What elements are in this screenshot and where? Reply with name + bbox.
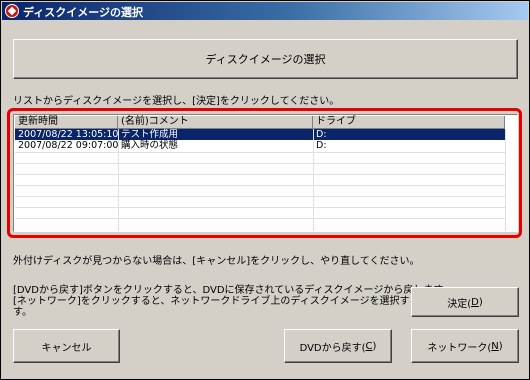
column-header-time[interactable]: 更新時間 xyxy=(15,116,118,128)
title-bar[interactable]: ディスクイメージの選択 xyxy=(2,2,528,20)
row-drive: D: xyxy=(316,129,327,140)
grid-line xyxy=(15,218,505,219)
decide-button-paren: ) xyxy=(478,296,483,308)
decide-button[interactable]: 決定(D) xyxy=(411,287,519,317)
external-disk-note: 外付けディスクが見つからない場合は、[キャンセル]をクリックし、やり直してくださ… xyxy=(13,256,420,267)
dvd-button-label: DVDから戻す( xyxy=(299,342,366,354)
decide-button-key: D xyxy=(471,296,479,308)
header-box-label: ディスクイメージの選択 xyxy=(205,53,326,66)
column-divider xyxy=(505,129,506,231)
grid-line xyxy=(15,174,505,175)
list-row-1[interactable]: 2007/08/22 13:05:10 テスト作成用 D: xyxy=(15,129,505,140)
column-divider xyxy=(313,129,314,231)
grid-line xyxy=(15,185,505,186)
grid-line xyxy=(15,196,505,197)
column-header-drive[interactable]: ドライブ xyxy=(313,116,505,128)
network-button-label: ネットワーク( xyxy=(427,342,492,354)
header-box: ディスクイメージの選択 xyxy=(13,39,518,79)
row-time: 2007/08/22 09:07:00 xyxy=(18,140,119,151)
list-row-2[interactable]: 2007/08/22 09:07:00 購入時の状態 D: xyxy=(15,140,505,151)
dvd-restore-button[interactable]: DVDから戻す(C) xyxy=(284,329,392,363)
window-title: ディスクイメージの選択 xyxy=(23,6,144,19)
network-note-line2: す。 xyxy=(13,307,32,318)
network-button-key: N xyxy=(491,340,499,352)
row-time: 2007/08/22 13:05:10 xyxy=(18,129,119,140)
dvd-button-key: C xyxy=(365,340,373,352)
row-comment: 購入時の状態 xyxy=(121,140,179,151)
column-divider xyxy=(118,129,119,231)
row-drive: D: xyxy=(316,140,327,151)
app-icon xyxy=(5,4,19,18)
cancel-button-label: キャンセル xyxy=(41,342,92,354)
network-button-paren: ) xyxy=(498,340,503,352)
dvd-button-paren: ) xyxy=(372,340,377,352)
disk-image-list[interactable]: 更新時間 (名前)コメント ドライブ 2007/08/22 13:05:10 テ… xyxy=(13,114,518,232)
instruction-text: リストからディスクイメージを選択し、[決定]をクリックしてください。 xyxy=(13,96,340,107)
column-header-comment[interactable]: (名前)コメント xyxy=(118,116,313,128)
network-note-line1: [ネットワーク]をクリックすると、ネットワークドライブ上のディスクイメージを選択… xyxy=(13,296,480,307)
row-comment: テスト作成用 xyxy=(121,129,179,140)
grid-line xyxy=(15,163,505,164)
decide-button-label: 決定( xyxy=(447,298,472,310)
cancel-button[interactable]: キャンセル xyxy=(13,329,120,363)
grid-line xyxy=(15,207,505,208)
dialog-window: ディスクイメージの選択 ディスクイメージの選択 リストからディスクイメージを選択… xyxy=(0,0,530,380)
list-header: 更新時間 (名前)コメント ドライブ xyxy=(15,116,505,129)
grid-line xyxy=(15,152,505,153)
network-button[interactable]: ネットワーク(N) xyxy=(411,329,519,363)
